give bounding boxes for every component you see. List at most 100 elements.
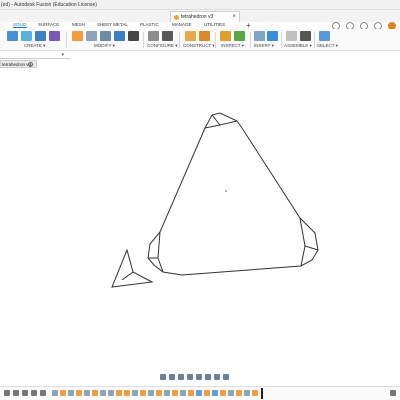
triangle-bevel-top: [204, 114, 238, 129]
close-tab-icon[interactable]: ×: [232, 12, 236, 22]
timeline-feature[interactable]: [228, 390, 234, 396]
new-component-icon[interactable]: [7, 31, 18, 41]
timeline-feature[interactable]: [244, 390, 250, 396]
timeline-settings-icon[interactable]: [390, 390, 396, 396]
construct-menu[interactable]: CONSTRUCT ▾: [183, 43, 215, 49]
table-icon[interactable]: [162, 31, 173, 41]
orbit-icon[interactable]: [160, 374, 166, 380]
timeline-play-icon[interactable]: [22, 390, 28, 396]
timeline-start-icon[interactable]: [4, 390, 10, 396]
document-tab[interactable]: tetrahedron v3 ×: [170, 11, 240, 22]
divider: [215, 32, 216, 48]
divider: [143, 32, 144, 48]
timeline-feature[interactable]: [236, 390, 242, 396]
combine-icon[interactable]: [114, 31, 125, 41]
document-tabs-row: tetrahedron v3 × +: [0, 10, 400, 30]
modify-group: MODIFY ▾: [70, 29, 140, 51]
select-icon[interactable]: [319, 31, 330, 41]
triangle-body: [147, 112, 319, 276]
configure-group: CONFIGURE ▾: [146, 29, 178, 51]
assemble-group: ASSEMBLE ▾: [284, 29, 314, 51]
origin-point: [225, 190, 227, 192]
display-settings-icon[interactable]: [205, 374, 211, 380]
configure-icon[interactable]: [148, 31, 159, 41]
timeline-feature[interactable]: [180, 390, 186, 396]
timeline-feature[interactable]: [92, 390, 98, 396]
tab-plastic[interactable]: PLASTIC: [140, 22, 159, 27]
timeline-feature[interactable]: [148, 390, 154, 396]
timeline-feature[interactable]: [196, 390, 202, 396]
workspace-tabs: SOLID SURFACE MESH SHEET METAL PLASTIC M…: [0, 22, 400, 29]
timeline-feature[interactable]: [100, 390, 106, 396]
timeline-marker[interactable]: [261, 388, 263, 399]
assemble-menu[interactable]: ASSEMBLE ▾: [284, 43, 312, 49]
timeline-feature[interactable]: [188, 390, 194, 396]
timeline-feature[interactable]: [68, 390, 74, 396]
select-menu[interactable]: SELECT ▾: [317, 43, 338, 49]
insert-menu[interactable]: INSERT ▾: [254, 43, 274, 49]
timeline-feature[interactable]: [52, 390, 58, 396]
viewports-icon[interactable]: [223, 374, 229, 380]
inspect-menu[interactable]: INSPECT ▾: [221, 43, 244, 49]
timeline-feature[interactable]: [212, 390, 218, 396]
tab-surface[interactable]: SURFACE: [38, 22, 59, 27]
timeline-end-icon[interactable]: [40, 390, 46, 396]
section-icon[interactable]: [234, 31, 245, 41]
timeline-feature[interactable]: [132, 390, 138, 396]
timeline-prev-icon[interactable]: [13, 390, 19, 396]
timeline-feature[interactable]: [164, 390, 170, 396]
timeline-feature[interactable]: [140, 390, 146, 396]
move-icon[interactable]: [128, 31, 139, 41]
timeline: [0, 386, 400, 400]
tab-utilities[interactable]: UTILITIES: [204, 22, 225, 27]
browser-panel-header[interactable]: ▾: [0, 51, 70, 59]
close-icon[interactable]: ×: [28, 62, 33, 67]
joint-icon[interactable]: [286, 31, 297, 41]
timeline-feature[interactable]: [172, 390, 178, 396]
divider: [250, 32, 251, 48]
timeline-feature[interactable]: [108, 390, 114, 396]
look-at-icon[interactable]: [169, 374, 175, 380]
timeline-feature[interactable]: [204, 390, 210, 396]
select-group: SELECT ▾: [317, 29, 338, 51]
axis-icon[interactable]: [199, 31, 210, 41]
timeline-feature[interactable]: [116, 390, 122, 396]
timeline-feature[interactable]: [156, 390, 162, 396]
divider: [281, 32, 282, 48]
navigation-bar: [160, 373, 229, 381]
insert-derive-icon[interactable]: [254, 31, 265, 41]
timeline-feature[interactable]: [124, 390, 130, 396]
pan-icon[interactable]: [178, 374, 184, 380]
create-menu[interactable]: CREATE ▾: [24, 43, 45, 49]
timeline-feature[interactable]: [220, 390, 226, 396]
insert-image-icon[interactable]: [267, 31, 278, 41]
design-canvas[interactable]: [0, 68, 400, 368]
sketch-icon[interactable]: [21, 31, 32, 41]
press-pull-icon[interactable]: [72, 31, 83, 41]
tab-sheet-metal[interactable]: SHEET METAL: [97, 22, 128, 27]
divider: [314, 32, 315, 48]
configure-menu[interactable]: CONFIGURE ▾: [147, 43, 178, 49]
timeline-feature[interactable]: [76, 390, 82, 396]
measure-icon[interactable]: [220, 31, 231, 41]
tab-manage[interactable]: MANAGE: [172, 22, 192, 27]
extrude-icon[interactable]: [35, 31, 46, 41]
insert-group: INSERT ▾: [253, 29, 278, 51]
plane-icon[interactable]: [185, 31, 196, 41]
timeline-feature[interactable]: [60, 390, 66, 396]
timeline-next-icon[interactable]: [31, 390, 37, 396]
zoom-icon[interactable]: [187, 374, 193, 380]
chevron-down-icon[interactable]: ▾: [61, 52, 64, 58]
document-icon: [174, 15, 179, 20]
tab-solid[interactable]: SOLID: [13, 22, 27, 28]
modify-menu[interactable]: MODIFY ▾: [94, 43, 115, 49]
fit-icon[interactable]: [196, 374, 202, 380]
timeline-feature[interactable]: [252, 390, 258, 396]
shell-icon[interactable]: [100, 31, 111, 41]
tab-mesh[interactable]: MESH: [72, 22, 85, 27]
timeline-feature[interactable]: [84, 390, 90, 396]
fillet-icon[interactable]: [86, 31, 97, 41]
joint-origin-icon[interactable]: [300, 31, 311, 41]
form-icon[interactable]: [49, 31, 60, 41]
grid-icon[interactable]: [214, 374, 220, 380]
